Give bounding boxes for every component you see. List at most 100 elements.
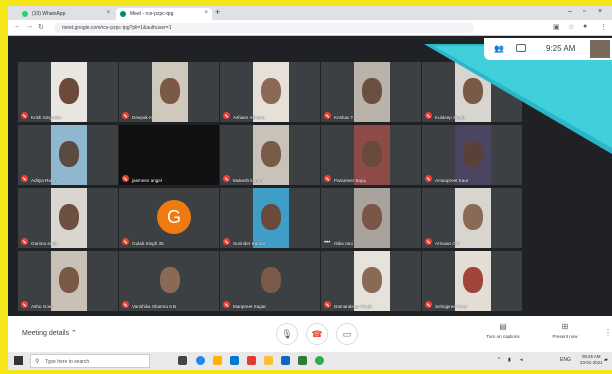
mic-muted-icon (122, 112, 129, 119)
present-now-button[interactable]: ⊞ Present now (535, 322, 595, 339)
maximize-icon[interactable]: ▫ (583, 8, 585, 15)
taskbar-clock[interactable]: 09:25 AM 23-01-2021 (580, 354, 602, 366)
participant-tile[interactable]: Ashu Goel (18, 251, 118, 311)
tab-meet[interactable]: Meet - rce-pzpc-tpg × (116, 8, 212, 20)
camera-icon: ▭ (342, 329, 352, 339)
mic-muted-icon (21, 175, 28, 182)
language-indicator[interactable]: ENG (560, 357, 571, 363)
close-icon[interactable]: × (106, 10, 110, 16)
participant-face (160, 78, 180, 104)
meeting-details-button[interactable]: Meeting details ⌃ (22, 329, 77, 337)
app-icon[interactable] (247, 356, 256, 365)
participant-tile[interactable]: G Gulab Singh 35 (119, 188, 219, 248)
participant-tile[interactable]: Armaan Giri (422, 188, 522, 248)
participant-tile[interactable]: Krish Singroha (18, 62, 118, 122)
leave-call-button[interactable]: ☎ (306, 323, 328, 345)
participant-name: Ashu Goel (31, 304, 53, 309)
edge-icon[interactable] (196, 356, 205, 365)
participant-video (455, 251, 491, 311)
participant-name: ritika rani (334, 241, 353, 246)
mic-muted-icon (425, 301, 432, 308)
chrome-icon[interactable] (315, 356, 324, 365)
new-tab-button[interactable]: + (215, 7, 220, 17)
taskbar-date: 23-01-2021 (580, 360, 603, 365)
close-icon[interactable]: × (204, 10, 208, 16)
mic-muted-icon (425, 175, 432, 182)
participant-face (261, 267, 281, 293)
participant-name: Gulab Singh 35 (132, 241, 164, 246)
people-icon[interactable]: 👥 (494, 44, 504, 53)
participant-tile[interactable]: Mukesh kumar (220, 125, 320, 185)
participant-tile[interactable]: Sehajpreet kaur (422, 251, 522, 311)
excel-icon[interactable] (298, 356, 307, 365)
participant-tile[interactable]: Aditya Rawat (18, 125, 118, 185)
word-icon[interactable] (281, 356, 290, 365)
windows-start-icon[interactable] (14, 356, 23, 365)
minimize-icon[interactable]: – (568, 8, 572, 15)
more-options-icon[interactable]: ⋮ (604, 328, 612, 337)
participant-name: Armaan Giri (435, 241, 460, 246)
reload-icon[interactable]: ↻ (38, 23, 44, 31)
back-icon[interactable]: ← (14, 23, 21, 30)
chat-icon[interactable] (516, 44, 526, 52)
tray-chevron-icon[interactable]: ^ (498, 357, 500, 363)
file-explorer-icon[interactable] (213, 356, 222, 365)
participant-video (152, 62, 188, 122)
mic-muted-icon (223, 301, 230, 308)
star-icon[interactable]: ☆ (568, 23, 574, 31)
participant-tile[interactable]: Garima singh (18, 188, 118, 248)
participant-name: Aditya Rawat (31, 178, 59, 183)
network-icon[interactable]: ▮ (508, 357, 511, 363)
camera-permission-icon[interactable]: ▣ (553, 23, 560, 31)
volume-icon[interactable]: ◂ (520, 357, 523, 363)
captions-icon: ▤ (499, 322, 507, 331)
participant-tile[interactable]: jasmeen angel (119, 125, 219, 185)
mic-muted-icon (324, 301, 331, 308)
desktop-screen: (10) WhatsApp × Meet - rce-pzpc-tpg × + … (8, 6, 612, 370)
mic-muted-icon (223, 238, 230, 245)
taskbar-search-box[interactable]: ⚲ Type here to search (30, 354, 150, 368)
url-field[interactable]: meet.google.com/rce-pzpc-tpg?pli=1&authu… (54, 23, 474, 33)
taskbar-search-placeholder: Type here to search (45, 359, 90, 365)
whatsapp-icon (22, 11, 28, 17)
participant-name: Mukesh kumar (233, 178, 264, 183)
store-icon[interactable] (230, 356, 239, 365)
mic-muted-icon (21, 112, 28, 119)
mic-button[interactable]: 🎙 (276, 323, 298, 345)
participant-name: jasmeen angel (132, 178, 162, 183)
avatar: G (157, 200, 191, 234)
profile-icon[interactable]: ● (583, 23, 587, 30)
task-view-icon[interactable] (178, 356, 187, 365)
participant-tile[interactable]: Deepak K (119, 62, 219, 122)
participant-name: Manpreet Sagar (233, 304, 266, 309)
self-view-thumbnail[interactable] (590, 40, 610, 58)
participant-tile[interactable]: Surinder Kumar (220, 188, 320, 248)
participant-face (362, 141, 382, 167)
participant-tile[interactable]: Ashiam Ashiam (220, 62, 320, 122)
menu-icon[interactable]: ⋮ (600, 23, 607, 31)
mic-muted-icon (425, 238, 432, 245)
participant-tile[interactable]: Damandeep Singh (321, 251, 421, 311)
chevron-up-icon: ⌃ (71, 330, 77, 337)
participant-name: Keshav T (334, 115, 354, 120)
captions-button[interactable]: ▤ Turn on captions (473, 322, 533, 339)
camera-button[interactable]: ▭ (336, 323, 358, 345)
folder-icon[interactable] (264, 356, 273, 365)
participant-tile[interactable]: ••• ritika rani (321, 188, 421, 248)
mic-muted-icon (122, 238, 129, 245)
participant-tile[interactable]: Parameer Bajaj (321, 125, 421, 185)
phone-hangup-icon: ☎ (311, 329, 323, 339)
participant-face (261, 141, 281, 167)
participant-video (51, 251, 87, 311)
meeting-clock: 9:25 AM (546, 44, 576, 53)
notifications-icon[interactable]: ▰ (604, 357, 608, 363)
forward-icon[interactable]: → (26, 23, 33, 30)
participant-tile[interactable]: Vanshika Sharma 6 B (119, 251, 219, 311)
window-close-icon[interactable]: × (598, 8, 602, 15)
participant-video (51, 125, 87, 185)
tab-whatsapp[interactable]: (10) WhatsApp × (18, 8, 114, 20)
participant-tile[interactable]: Manpreet Sagar (220, 251, 320, 311)
participant-face (59, 204, 79, 230)
meet-icon (120, 11, 126, 17)
participant-tile[interactable]: Keshav T (321, 62, 421, 122)
